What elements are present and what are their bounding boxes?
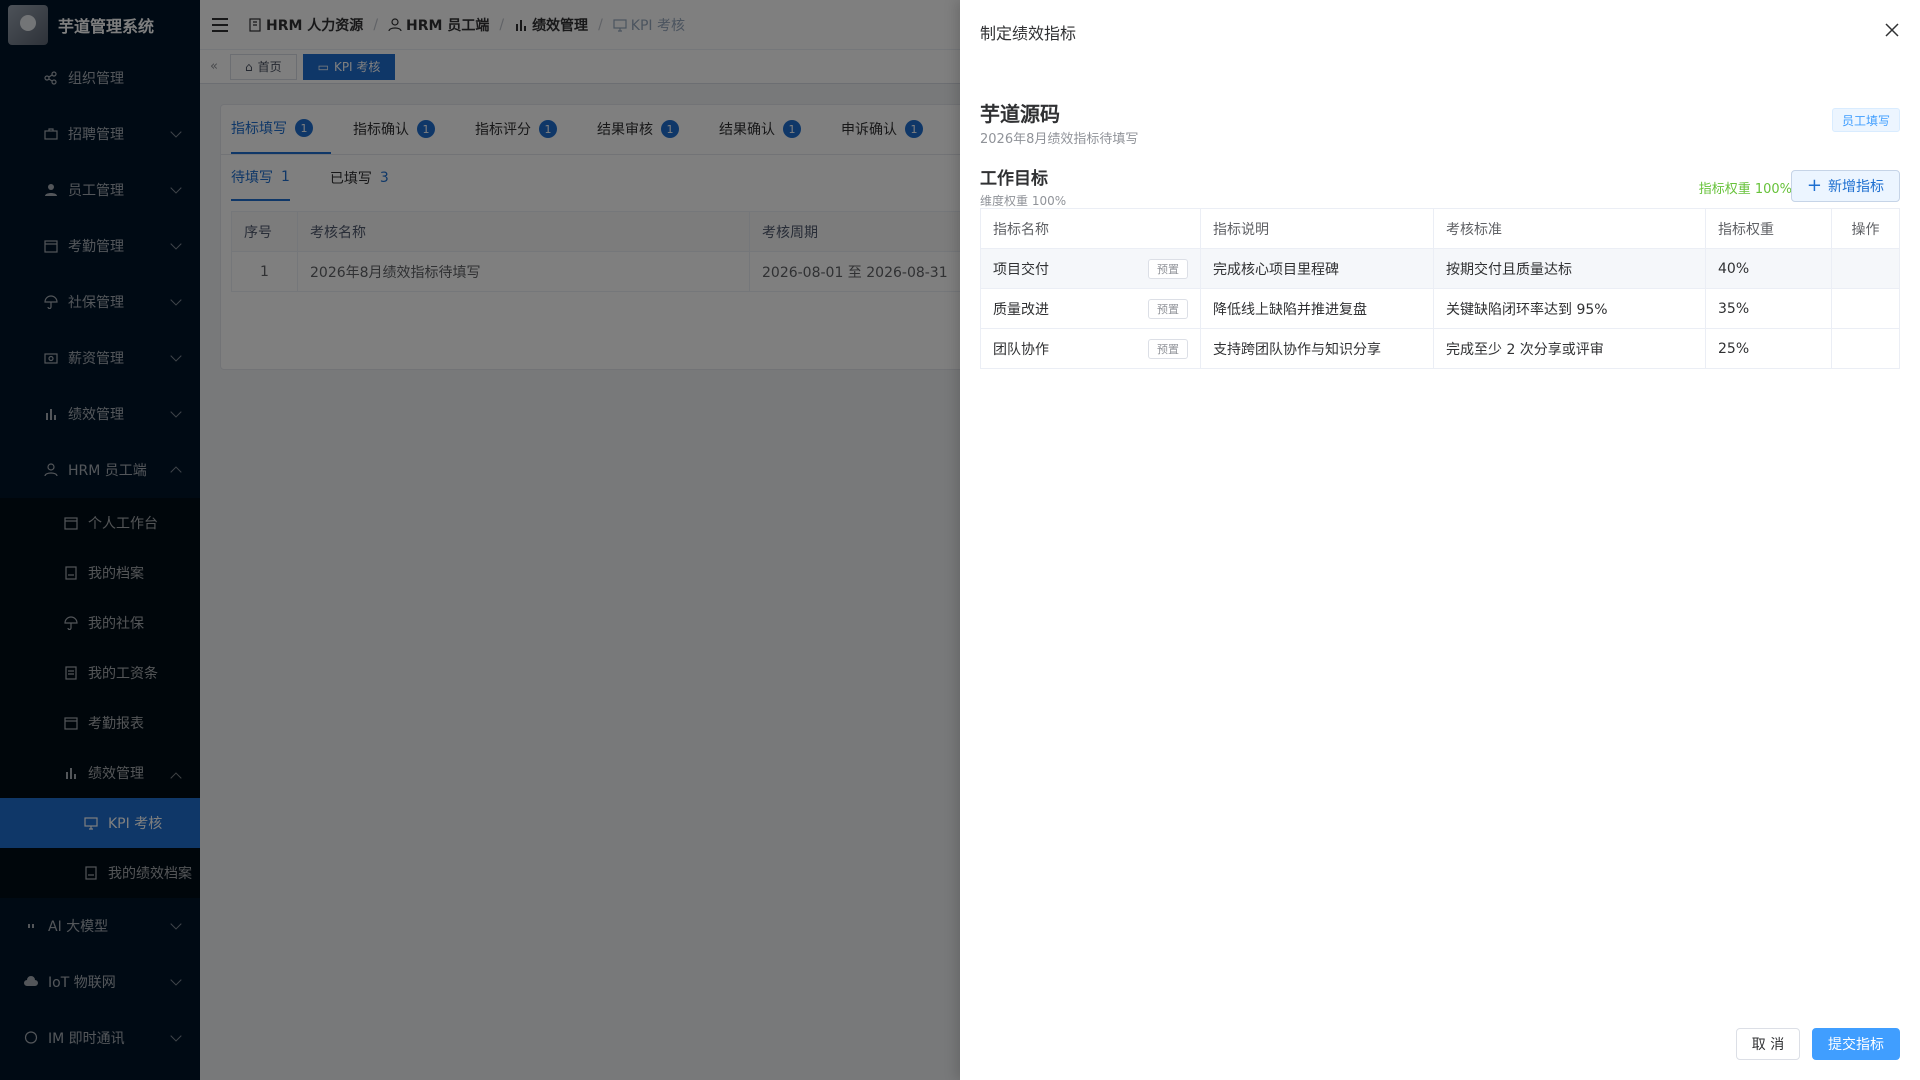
table-row[interactable]: 质量改进 预置 降低线上缺陷并推进复盘 关键缺陷闭环率达到 95% 35%: [980, 288, 1900, 329]
section-title: 工作目标: [980, 169, 1048, 189]
row-actions: [1831, 248, 1900, 289]
column-header: 操作: [1831, 208, 1900, 249]
cancel-button[interactable]: 取 消: [1736, 1028, 1800, 1060]
section-weight: 维度权重 100%: [980, 194, 1067, 208]
column-header: 指标说明: [1200, 208, 1434, 249]
drawer-title: 制定绩效指标: [980, 24, 1077, 43]
indicator-table: 指标名称 指标说明 考核标准 指标权重 操作 项目交付 预置 完成核心项目里程碑 …: [980, 208, 1900, 369]
row-actions: [1831, 328, 1900, 369]
status-badge: 员工填写: [1831, 108, 1900, 132]
submit-button[interactable]: 提交指标: [1812, 1028, 1900, 1060]
close-icon[interactable]: [1884, 22, 1900, 38]
employee-subtitle: 2026年8月绩效指标待填写: [980, 132, 1139, 147]
column-header: 指标名称: [980, 208, 1201, 249]
plus-icon: +: [1806, 175, 1822, 196]
table-row[interactable]: 团队协作 预置 支持跨团队协作与知识分享 完成至少 2 次分享或评审 25%: [980, 328, 1900, 369]
employee-name: 芋道源码: [980, 102, 1060, 126]
column-header: 指标权重: [1705, 208, 1832, 249]
table-row[interactable]: 项目交付 预置 完成核心项目里程碑 按期交付且质量达标 40%: [980, 248, 1900, 289]
indicator-weight-total: 指标权重 100%: [1698, 182, 1792, 197]
add-indicator-button[interactable]: + 新增指标: [1790, 170, 1900, 202]
preset-tag: 预置: [1148, 338, 1188, 359]
row-actions: [1831, 288, 1900, 329]
preset-tag: 预置: [1148, 258, 1188, 279]
kpi-drawer: 制定绩效指标 芋道源码 2026年8月绩效指标待填写 员工填写 工作目标 维度权…: [960, 0, 1920, 1080]
column-header: 考核标准: [1433, 208, 1706, 249]
preset-tag: 预置: [1148, 298, 1188, 319]
